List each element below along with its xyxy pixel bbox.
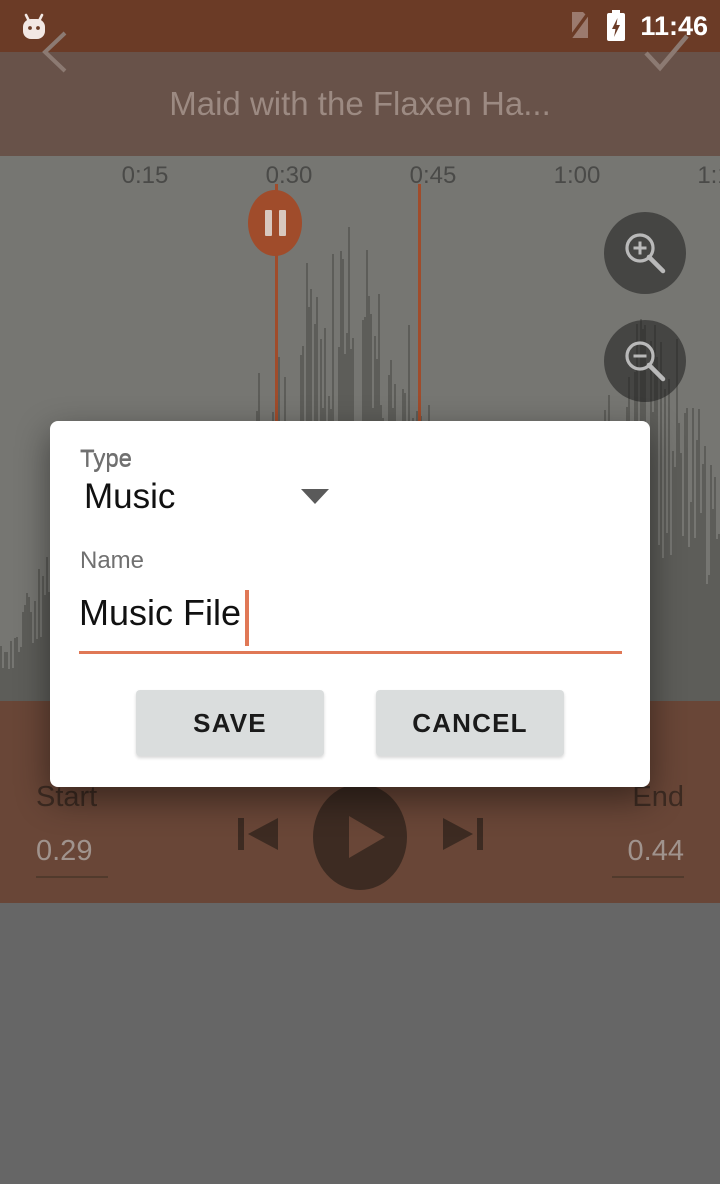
page-title: Maid with the Flaxen Ha... xyxy=(169,85,551,122)
zoom-out-button[interactable] xyxy=(604,320,686,402)
save-button[interactable]: SAVE xyxy=(136,690,324,756)
ruler-tick-label: 1:00 xyxy=(553,162,601,189)
play-icon xyxy=(313,784,407,890)
pause-handle-button[interactable] xyxy=(248,190,302,256)
zoom-in-magnifier-icon xyxy=(625,233,666,274)
transport-controls xyxy=(0,784,720,895)
ruler-tick-label: 0:45 xyxy=(409,162,457,189)
cancel-button[interactable]: CANCEL xyxy=(376,690,564,756)
status-bar: 11:46 xyxy=(0,0,720,52)
battery-charging-icon xyxy=(607,10,626,41)
ruler-tick-label: 1:1 xyxy=(697,162,720,189)
name-input-value: Music File xyxy=(79,592,242,633)
zoom-out-magnifier-icon xyxy=(625,341,666,382)
name-field-label: Name xyxy=(80,547,145,574)
name-input[interactable]: Music File xyxy=(79,590,622,654)
pause-icon xyxy=(264,210,272,236)
type-field-label: Type xyxy=(80,446,133,473)
ruler-tick-label: 0:30 xyxy=(265,162,313,189)
back-chevron-icon xyxy=(42,31,67,73)
pause-icon-second-bar xyxy=(278,210,286,236)
app-screen: 0:150:300:451:001:1 Start 0. xyxy=(0,0,720,1184)
skip-previous-icon xyxy=(238,818,278,850)
skip-previous-button[interactable] xyxy=(230,805,288,868)
name-input-underline xyxy=(79,651,622,654)
back-button[interactable] xyxy=(32,26,84,78)
check-icon xyxy=(644,34,689,72)
no-sim-icon xyxy=(567,9,592,43)
play-button[interactable] xyxy=(313,784,407,895)
chevron-down-icon[interactable] xyxy=(301,489,329,504)
text-cursor xyxy=(245,590,249,646)
ruler-tick-label: 0:15 xyxy=(121,162,169,189)
skip-next-button[interactable] xyxy=(433,805,491,868)
zoom-in-button[interactable] xyxy=(604,212,686,294)
skip-next-icon xyxy=(443,818,483,850)
type-value[interactable]: Music xyxy=(84,477,175,517)
confirm-button[interactable] xyxy=(638,26,694,78)
